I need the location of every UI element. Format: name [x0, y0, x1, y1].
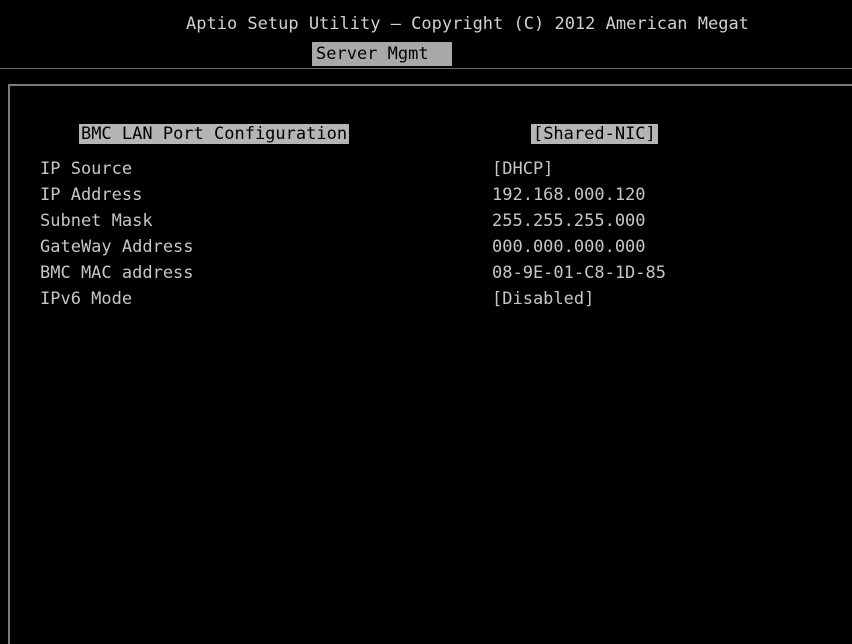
setting-label-ipv6-mode[interactable]: IPv6 Mode: [40, 287, 132, 311]
setting-row-bmc-lan-port-configuration[interactable]: BMC LAN Port Configuration: [40, 98, 350, 144]
setting-label-gateway-address: GateWay Address: [40, 237, 194, 257]
setup-utility-title: Aptio Setup Utility – Copyright (C) 2012…: [186, 14, 749, 34]
setting-value-gateway-address: 000.000.000.000: [492, 237, 646, 257]
setting-label-bmc-mac-address: BMC MAC address: [40, 263, 194, 283]
setting-label-bmc-lan-port-configuration: BMC LAN Port Configuration: [78, 124, 350, 144]
setting-value-ipv6-mode[interactable]: [Disabled]: [492, 287, 594, 311]
setting-value-ip-source[interactable]: [DHCP]: [492, 157, 553, 181]
setting-label-ip-address: IP Address: [40, 185, 143, 205]
port-config-value[interactable]: [Shared-NIC]: [530, 124, 658, 144]
header-divider: [0, 68, 852, 69]
setting-value-subnet-mask: 255.255.255.000: [492, 211, 646, 231]
setting-label-ip-source[interactable]: IP Source: [40, 157, 132, 181]
tab-server-mgmt[interactable]: Server Mgmt: [312, 42, 452, 66]
setting-value-bmc-mac-address: 08-9E-01-C8-1D-85: [492, 263, 666, 283]
setting-value-bmc-lan-port-configuration[interactable]: [Shared-NIC]: [492, 98, 658, 144]
bios-setup-screen: Aptio Setup Utility – Copyright (C) 2012…: [0, 0, 852, 644]
settings-panel-frame: [8, 84, 852, 644]
setting-value-ip-address: 192.168.000.120: [492, 185, 646, 205]
setting-label-subnet-mask: Subnet Mask: [40, 211, 153, 231]
